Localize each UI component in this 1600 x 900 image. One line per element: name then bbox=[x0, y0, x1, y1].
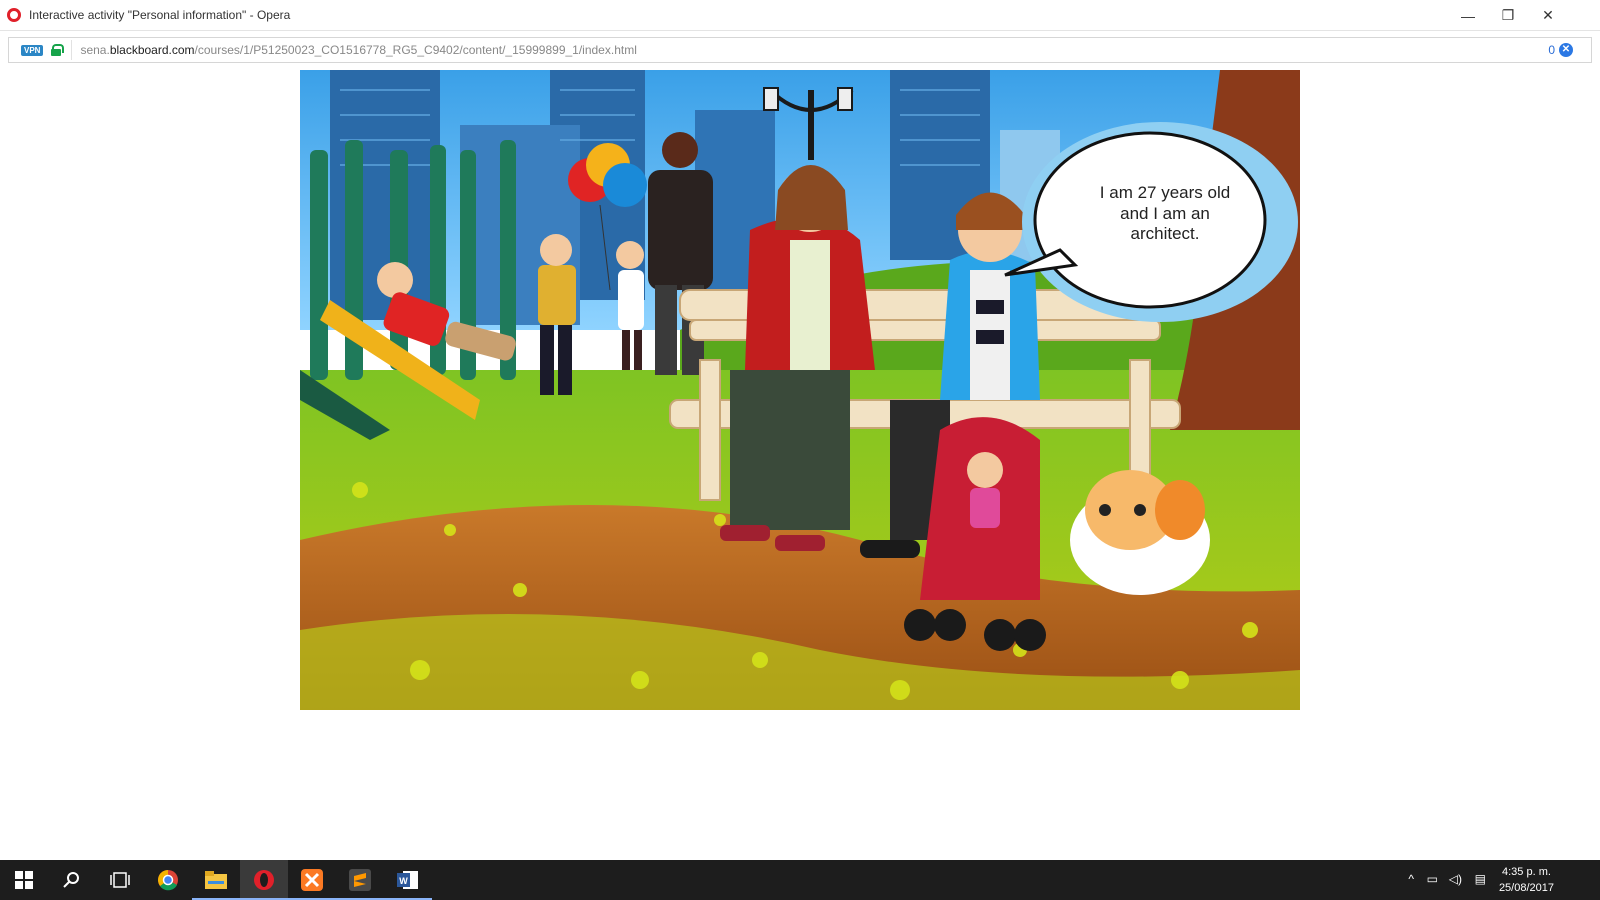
windows-start-icon[interactable] bbox=[0, 860, 48, 900]
notifications-icon[interactable]: ▤ bbox=[1475, 872, 1486, 886]
url-path: /courses/1/P51250023_CO1516778_RG5_C9402… bbox=[194, 43, 637, 57]
clock-date: 25/08/2017 bbox=[1498, 882, 1554, 894]
speech-line-1: I am 27 years old bbox=[1099, 183, 1231, 202]
xampp-icon[interactable] bbox=[288, 860, 336, 900]
speech-bubble-text: I am 27 years old and I am an architect. bbox=[1090, 183, 1240, 245]
url-domain: blackboard.com bbox=[109, 43, 195, 57]
url-separator bbox=[71, 40, 73, 60]
clock-time: 4:35 p. m. bbox=[1502, 866, 1551, 878]
file-explorer-icon[interactable] bbox=[192, 860, 240, 900]
restore-button[interactable]: ❐ bbox=[1488, 0, 1528, 31]
system-clock[interactable]: 4:35 p. m. 25/08/2017 bbox=[1499, 864, 1554, 896]
park-scene-svg bbox=[300, 70, 1300, 710]
opera-logo-icon bbox=[7, 8, 21, 22]
windows-taskbar: W ^ ▭ ◁) ▤ 4:35 p. m. 25/08/2017 bbox=[0, 860, 1600, 900]
adblock-icon[interactable]: ✕ bbox=[1559, 43, 1573, 57]
lock-icon[interactable] bbox=[51, 44, 65, 56]
blocked-count[interactable]: 0 bbox=[1548, 43, 1555, 57]
sublime-text-icon[interactable] bbox=[336, 860, 384, 900]
minimize-button[interactable]: — bbox=[1448, 0, 1488, 31]
little-girl bbox=[616, 241, 644, 370]
search-icon[interactable] bbox=[48, 860, 96, 900]
word-icon[interactable]: W bbox=[384, 860, 432, 900]
url-text[interactable]: sena.blackboard.com/courses/1/P51250023_… bbox=[80, 43, 636, 57]
chrome-icon[interactable] bbox=[144, 860, 192, 900]
speech-line-2: and I am an bbox=[1120, 203, 1210, 223]
svg-text:W: W bbox=[399, 876, 408, 886]
address-bar[interactable]: VPN sena.blackboard.com/courses/1/P51250… bbox=[8, 37, 1592, 63]
close-button[interactable]: ✕ bbox=[1528, 0, 1568, 31]
opera-icon[interactable] bbox=[240, 860, 288, 900]
vpn-badge[interactable]: VPN bbox=[21, 44, 44, 56]
window-titlebar: Interactive activity "Personal informati… bbox=[0, 0, 1600, 31]
url-prefix: sena. bbox=[80, 43, 110, 57]
park-scene-illustration bbox=[300, 70, 1300, 710]
network-icon[interactable]: ▭ bbox=[1427, 872, 1438, 886]
volume-icon[interactable]: ◁) bbox=[1449, 872, 1462, 886]
window-title: Interactive activity "Personal informati… bbox=[29, 8, 291, 22]
chevron-up-icon[interactable]: ^ bbox=[1408, 872, 1414, 886]
speech-line-3: architect. bbox=[1130, 224, 1200, 243]
task-view-icon[interactable] bbox=[96, 860, 144, 900]
